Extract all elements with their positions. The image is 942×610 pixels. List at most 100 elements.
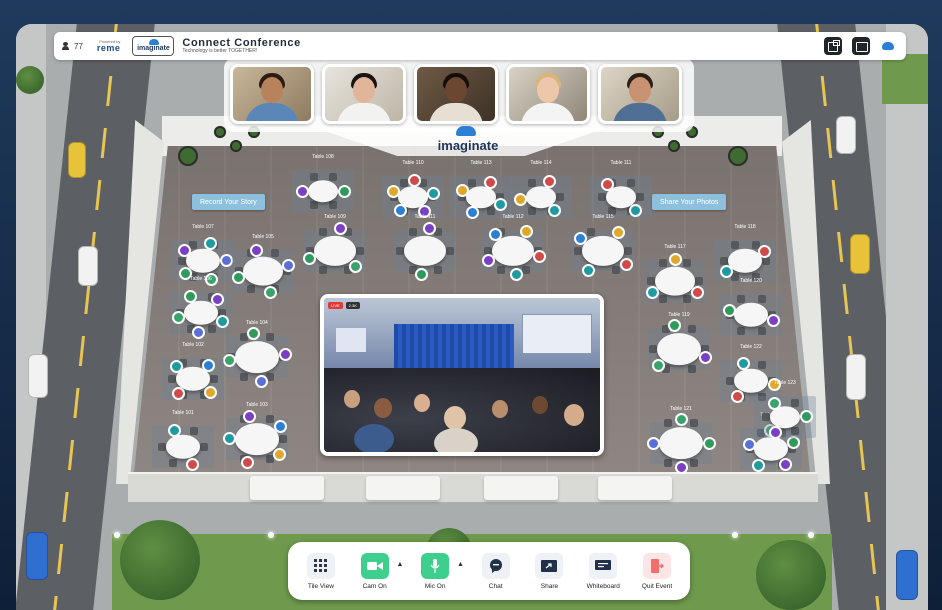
chair[interactable] <box>399 179 408 188</box>
chair[interactable] <box>611 266 620 275</box>
chair[interactable] <box>328 200 337 209</box>
chair[interactable] <box>200 443 208 451</box>
table[interactable]: Table 119 <box>644 312 714 376</box>
table[interactable]: Table 123 <box>750 380 820 444</box>
chair[interactable] <box>574 247 582 255</box>
attendee-avatar[interactable] <box>455 183 469 197</box>
attendee-avatar[interactable] <box>274 419 288 433</box>
chair[interactable] <box>158 443 166 451</box>
chair[interactable] <box>762 257 770 265</box>
chair[interactable] <box>309 173 318 182</box>
chair[interactable] <box>790 426 799 435</box>
chair[interactable] <box>279 435 287 443</box>
chair[interactable] <box>178 257 186 265</box>
attendee-avatar[interactable] <box>167 423 181 437</box>
attendee-avatar[interactable] <box>338 185 351 198</box>
chair[interactable] <box>757 326 766 335</box>
chair[interactable] <box>636 193 644 201</box>
attendee-avatar[interactable] <box>674 460 688 474</box>
attendee-avatar[interactable] <box>542 175 556 189</box>
chair[interactable] <box>527 179 536 188</box>
chair[interactable] <box>683 295 691 304</box>
attendee-avatar[interactable] <box>533 249 547 263</box>
chair[interactable] <box>408 227 417 236</box>
chair[interactable] <box>328 173 337 182</box>
chair[interactable] <box>790 399 799 408</box>
table[interactable]: Table 117 <box>640 244 710 308</box>
chair[interactable] <box>467 179 476 188</box>
attendee-avatar[interactable] <box>488 227 502 241</box>
tile-view-button[interactable]: Tile View <box>299 552 343 590</box>
attendee-avatar[interactable] <box>249 243 263 257</box>
chair[interactable] <box>626 179 635 188</box>
attendee-avatar[interactable] <box>699 350 713 364</box>
chair[interactable] <box>271 248 279 257</box>
chair[interactable] <box>690 458 698 467</box>
mic-button[interactable]: Mic On <box>413 552 457 590</box>
attendee-avatar[interactable] <box>278 347 292 361</box>
attendee-avatar[interactable] <box>427 186 441 200</box>
attendee-avatar[interactable] <box>254 374 268 388</box>
table[interactable]: Table 103 <box>222 402 292 469</box>
chair[interactable] <box>647 277 655 285</box>
chair[interactable] <box>433 266 442 275</box>
attendee-avatar[interactable] <box>483 175 497 189</box>
mic-options-caret-icon[interactable]: ▲ <box>457 561 464 568</box>
chair[interactable] <box>664 419 672 428</box>
table[interactable]: Table 111 <box>390 214 460 281</box>
cloud-logo-icon[interactable] <box>880 40 898 52</box>
chair[interactable] <box>309 200 318 209</box>
chair[interactable] <box>210 375 218 383</box>
chair[interactable] <box>207 324 216 333</box>
attendee-avatar[interactable] <box>273 447 287 461</box>
attendee-avatar[interactable] <box>192 325 206 339</box>
whiteboard-button[interactable]: Whiteboard <box>581 552 625 590</box>
attendee-avatar[interactable] <box>651 358 665 372</box>
attendee-avatar[interactable] <box>415 267 429 281</box>
table[interactable]: Table 120 <box>716 278 786 342</box>
chair[interactable] <box>240 372 248 381</box>
chair[interactable] <box>446 247 454 255</box>
table[interactable]: Table 109 <box>300 214 370 278</box>
attendee-avatar[interactable] <box>186 458 200 472</box>
chair[interactable] <box>683 258 691 267</box>
chair[interactable] <box>757 295 766 304</box>
quit-event-button[interactable]: Quit Event <box>635 552 679 590</box>
record-story-sign[interactable]: Record Your Story <box>192 194 265 210</box>
cam-button[interactable]: Cam On <box>353 552 397 590</box>
table[interactable]: Table 115 <box>568 214 638 278</box>
table[interactable]: Table 108 <box>288 154 358 218</box>
chair[interactable] <box>396 247 404 255</box>
chair[interactable] <box>168 458 177 467</box>
gallery-icon[interactable] <box>824 37 842 55</box>
chair[interactable] <box>688 364 696 373</box>
chair[interactable] <box>624 247 632 255</box>
attendee-avatar[interactable] <box>241 455 255 469</box>
chair[interactable] <box>757 361 766 370</box>
chair[interactable] <box>356 247 364 255</box>
video-tile-participant-4[interactable] <box>506 64 590 124</box>
chair[interactable] <box>690 419 698 428</box>
chair[interactable] <box>318 227 327 236</box>
chair[interactable] <box>649 345 657 353</box>
chair[interactable] <box>189 427 198 436</box>
chair[interactable] <box>556 193 564 201</box>
attendee-avatar[interactable] <box>509 267 523 281</box>
chair[interactable] <box>664 458 672 467</box>
chair[interactable] <box>726 377 734 385</box>
chat-button[interactable]: Chat <box>474 552 518 590</box>
chair[interactable] <box>659 295 667 304</box>
chair[interactable] <box>762 413 770 421</box>
attendee-avatar[interactable] <box>722 303 736 317</box>
table[interactable]: Table 121 <box>646 406 716 474</box>
chair[interactable] <box>730 241 739 250</box>
attendee-avatar[interactable] <box>202 358 216 372</box>
chair[interactable] <box>720 257 728 265</box>
chair[interactable] <box>168 375 176 383</box>
cam-options-caret-icon[interactable]: ▲ <box>396 561 403 568</box>
chair[interactable] <box>659 258 667 267</box>
video-tile-participant-2[interactable] <box>322 64 406 124</box>
attendee-avatar[interactable] <box>619 257 633 271</box>
attendee-avatar[interactable] <box>296 185 309 198</box>
attendee-avatar[interactable] <box>264 286 278 300</box>
